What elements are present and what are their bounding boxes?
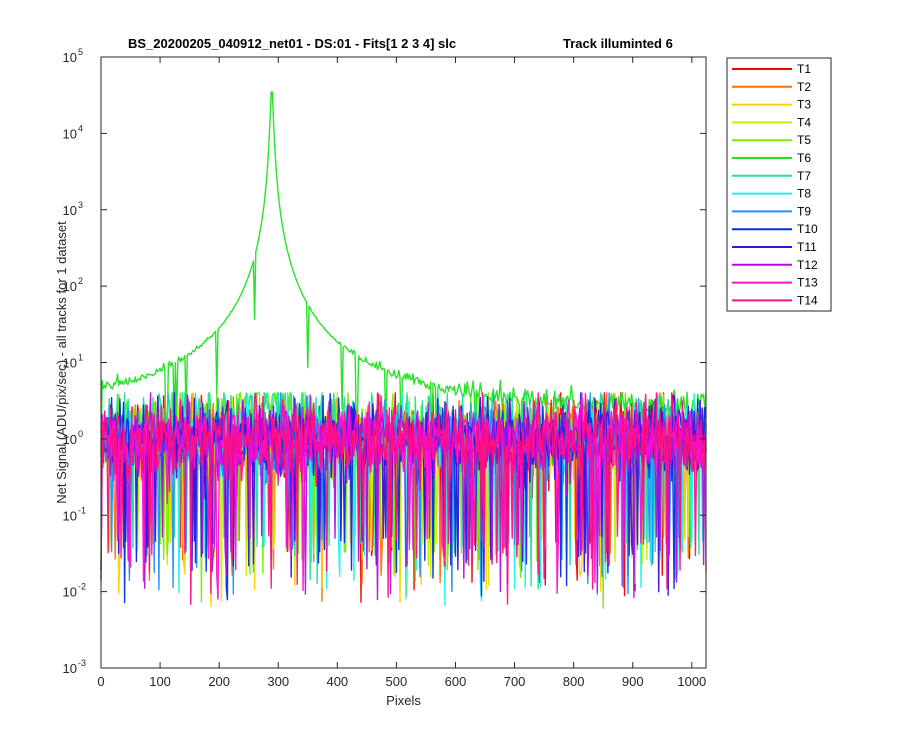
chart-title-right: Track illuminted 6 [563,36,673,51]
y-axis-label: Net Signal (ADU/pix/sec) - all tracks fo… [54,221,69,504]
y-tick-label: 10 [63,50,77,65]
x-tick-label: 600 [445,674,467,689]
legend-label: T7 [797,169,811,183]
y-tick-label: 10 [63,585,77,600]
y-tick-exponent: 0 [78,429,83,439]
x-tick-label: 500 [386,674,408,689]
legend-label: T9 [797,204,811,218]
x-axis: 0 100 200 300 400 500 600 700 800 900 1000 [97,57,706,689]
x-tick-label: 400 [326,674,348,689]
x-tick-label: 1000 [677,674,706,689]
x-tick-label: 300 [267,674,289,689]
legend-label: T2 [797,80,811,94]
y-tick-exponent: 5 [78,47,83,57]
legend-label: T6 [797,151,811,165]
legend-label: T8 [797,187,811,201]
y-tick-label: 10 [63,203,77,218]
chart: BS_20200205_040912_net01 - DS:01 - Fits[… [54,36,832,708]
legend-label: T10 [797,222,818,236]
legend: T1 T2 T3 T4 T5 T6 T7 T8 T9 T10 T11 T12 T13 T14 [726,57,832,312]
y-tick-exponent: 3 [78,200,83,210]
legend-label: T13 [797,276,818,290]
y-tick-exponent: 4 [78,123,83,133]
y-tick-base: 10 [63,508,77,523]
legend-label: T14 [797,293,818,307]
y-tick-base: 10 [63,126,77,141]
chart-title: BS_20200205_040912_net01 - DS:01 - Fits[… [128,36,456,51]
legend-label: T11 [797,240,817,254]
x-tick-label: 700 [504,674,526,689]
x-tick-label: 900 [622,674,644,689]
y-tick-label: 10 [63,661,77,676]
y-tick-label: 10 [63,126,77,141]
legend-label: T3 [797,98,811,112]
series-layer [100,91,707,609]
x-tick-label: 800 [563,674,585,689]
legend-label: T5 [797,133,811,147]
y-tick-base: 10 [63,50,77,65]
legend-label: T12 [797,258,818,272]
x-axis-label: Pixels [386,693,421,708]
y-tick-base: 10 [63,585,77,600]
y-tick-label: 10 [63,508,77,523]
legend-box [726,57,832,312]
y-tick-base: 10 [63,203,77,218]
y-tick-exponent: 2 [78,276,83,286]
x-tick-label: 200 [208,674,230,689]
x-tick-label: 100 [149,674,171,689]
legend-label: T1 [797,62,811,76]
y-tick-exponent: -3 [78,658,86,668]
legend-label: T4 [797,115,811,129]
y-tick-exponent: 1 [78,353,83,363]
y-tick-base: 10 [63,661,77,676]
y-tick-exponent: -1 [78,505,86,515]
plot-area-border [100,56,707,669]
x-tick-label: 0 [97,674,104,689]
y-tick-exponent: -2 [78,582,86,592]
